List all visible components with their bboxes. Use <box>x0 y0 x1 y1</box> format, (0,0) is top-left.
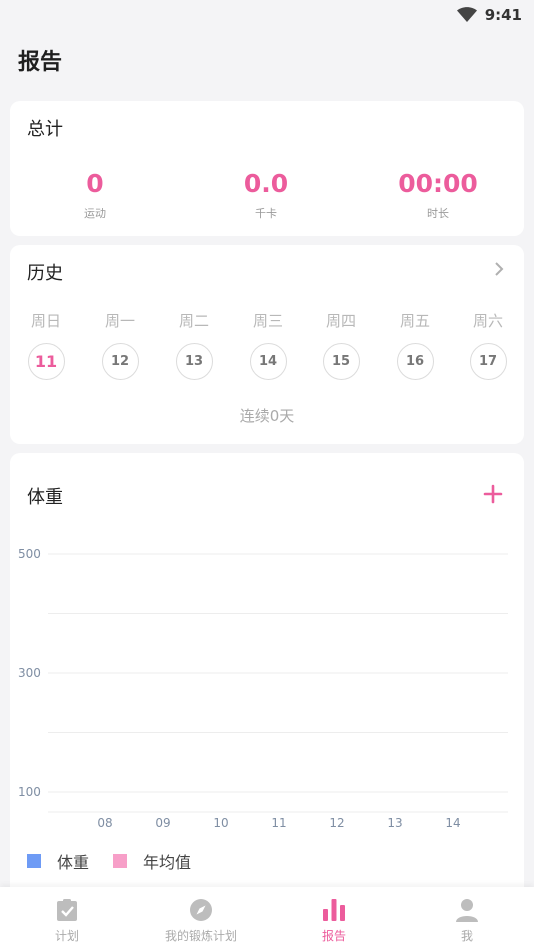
chevron-right-icon[interactable] <box>494 261 504 277</box>
stat-duration: 00:00 时长 <box>353 169 523 221</box>
stat-value: 00:00 <box>398 169 478 198</box>
x-tick-label: 12 <box>329 816 344 830</box>
nav-label: 报告 <box>321 929 346 943</box>
person-icon <box>455 897 479 923</box>
day-name: 周三 <box>252 312 283 330</box>
weight-chart-svg: 500 300 100 08 09 10 11 12 13 14 <box>18 547 508 830</box>
legend-label: 年均值 <box>143 853 192 872</box>
add-weight-button[interactable] <box>482 483 504 505</box>
status-bar: 9:41 <box>0 0 534 30</box>
nav-item-my-plans[interactable]: 我的锻炼计划 <box>134 887 268 949</box>
day-date[interactable]: 13 <box>175 343 213 380</box>
compass-icon <box>189 897 213 923</box>
day-name: 周一 <box>104 312 135 330</box>
page-title: 报告 <box>18 50 63 75</box>
day-date[interactable]: 11 <box>27 343 65 380</box>
nav-label: 计划 <box>54 929 79 943</box>
nav-item-me[interactable]: 我 <box>400 887 534 949</box>
day-date[interactable]: 14 <box>249 343 287 380</box>
day-item[interactable]: 周二 13 <box>172 310 216 380</box>
stat-label: 运动 <box>84 207 106 220</box>
x-tick-label: 14 <box>445 816 460 830</box>
day-name: 周四 <box>325 312 356 330</box>
y-tick-label: 500 <box>18 547 41 561</box>
bottom-nav: 计划 我的锻炼计划 报告 我 <box>0 887 534 949</box>
totals-card: 总计 0 运动 0.0 千卡 00:00 时长 <box>10 101 524 236</box>
stat-value: 0 <box>86 169 104 198</box>
streak-text: 连续0天 <box>239 407 295 425</box>
day-name: 周日 <box>30 312 61 330</box>
day-date[interactable]: 16 <box>396 343 434 380</box>
day-name: 周六 <box>472 312 503 330</box>
bar-chart-icon <box>322 897 346 923</box>
day-item[interactable]: 周四 15 <box>319 310 363 380</box>
weight-title: 体重 <box>27 487 63 508</box>
x-tick-label: 08 <box>97 816 112 830</box>
day-date[interactable]: 17 <box>469 343 507 380</box>
clipboard-check-icon <box>56 897 78 923</box>
day-name: 周五 <box>399 312 430 330</box>
day-item[interactable]: 周三 14 <box>246 310 290 380</box>
x-tick-label: 09 <box>155 816 170 830</box>
day-item[interactable]: 周日 11 <box>24 310 68 380</box>
nav-item-plan[interactable]: 计划 <box>0 887 134 949</box>
day-item[interactable]: 周一 12 <box>98 310 142 380</box>
weight-card: 体重 500 300 100 08 09 10 11 12 13 14 体重 年均值 <box>10 453 524 893</box>
y-tick-label: 300 <box>18 666 41 680</box>
totals-title: 总计 <box>27 119 63 140</box>
stat-calories: 0.0 千卡 <box>181 169 351 221</box>
nav-label: 我 <box>460 929 473 943</box>
legend-swatch-weight <box>27 854 41 868</box>
stat-label: 时长 <box>427 207 449 220</box>
chart-legend: 体重 年均值 <box>27 849 215 873</box>
status-time: 9:41 <box>484 6 522 24</box>
legend-item-weight: 体重 <box>27 849 89 873</box>
nav-item-report[interactable]: 报告 <box>267 887 401 949</box>
y-tick-label: 100 <box>18 785 41 799</box>
stat-workouts: 0 运动 <box>10 169 180 221</box>
history-card[interactable]: 历史 周日 11 周一 12 周二 13 周三 14 周四 15 周五 16 周… <box>10 245 524 444</box>
day-date[interactable]: 15 <box>322 343 360 380</box>
weight-chart: 500 300 100 08 09 10 11 12 13 14 <box>10 541 524 845</box>
day-date[interactable]: 12 <box>101 343 139 380</box>
x-tick-label: 13 <box>387 816 402 830</box>
x-tick-label: 11 <box>271 816 286 830</box>
stat-label: 千卡 <box>255 207 277 220</box>
legend-swatch-average <box>113 854 128 868</box>
x-tick-label: 10 <box>213 816 228 830</box>
legend-item-average: 年均值 <box>113 849 191 873</box>
legend-label: 体重 <box>57 853 90 872</box>
wifi-icon <box>456 7 477 22</box>
stat-value: 0.0 <box>243 169 289 198</box>
day-item[interactable]: 周五 16 <box>393 310 437 380</box>
nav-label: 我的锻炼计划 <box>164 929 237 943</box>
day-item[interactable]: 周六 17 <box>466 310 510 380</box>
history-title: 历史 <box>27 263 63 284</box>
day-name: 周二 <box>178 312 209 330</box>
